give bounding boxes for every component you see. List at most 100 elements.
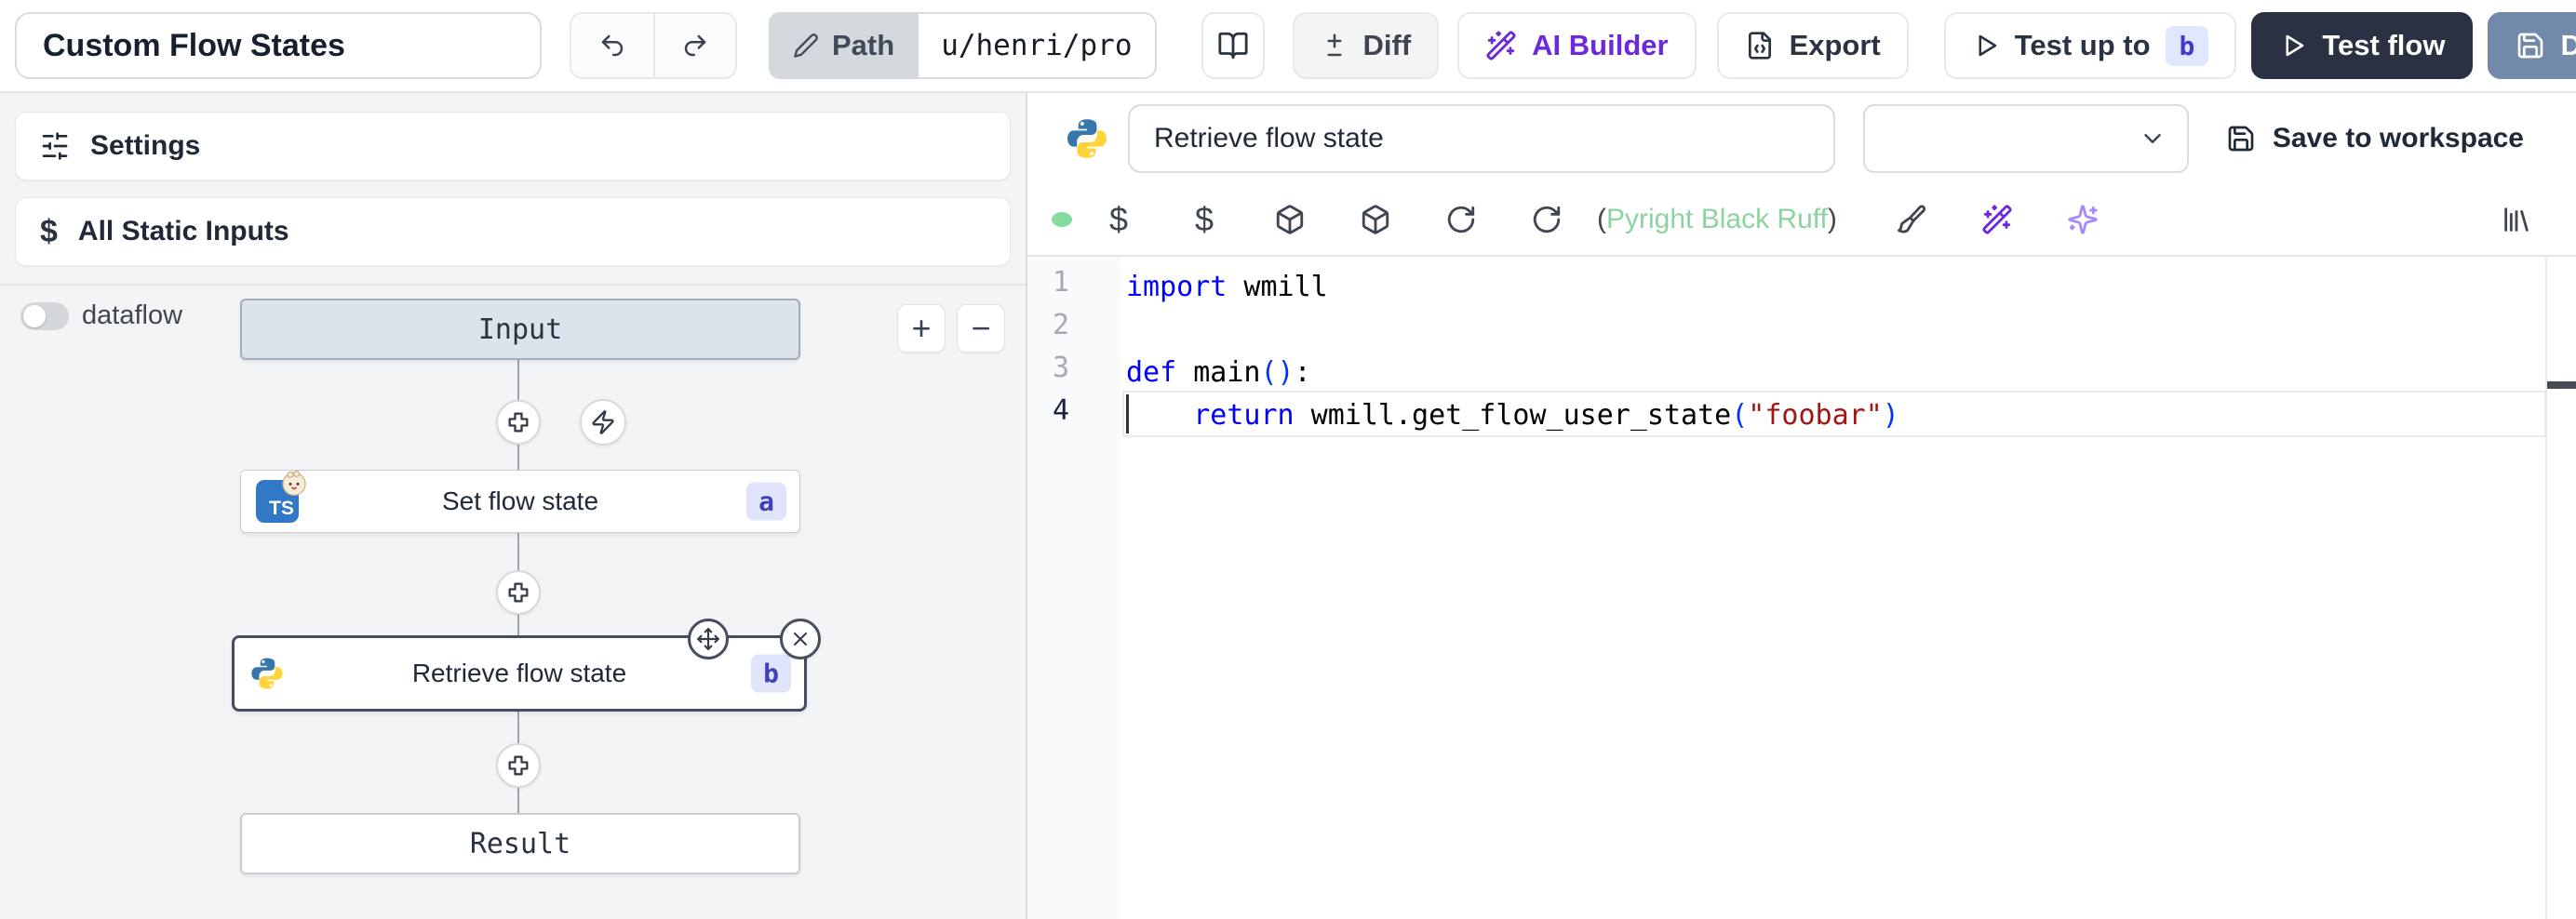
flow-sidebar: Settings $ All Static Inputs dataflow + … (0, 93, 1027, 919)
plus-icon (505, 579, 531, 606)
book-open-icon (1217, 30, 1249, 61)
play-icon (1972, 32, 2000, 60)
path-label: Path (832, 29, 894, 62)
docs-button[interactable] (1201, 12, 1265, 79)
node-label: Set flow state (442, 486, 598, 516)
export-label: Export (1790, 29, 1881, 62)
code-assistants-status: (Pyright Black Ruff) (1597, 204, 1837, 235)
node-result-label: Result (470, 828, 570, 860)
insert-step-button[interactable] (496, 743, 541, 788)
code-line: return wmill.get_flow_user_state("foobar… (1126, 394, 2576, 437)
plus-icon (505, 753, 531, 779)
reload-icon-button[interactable] (1528, 201, 1565, 238)
lightning-icon (590, 409, 616, 435)
save-icon (2516, 31, 2545, 60)
node-set-flow-state[interactable]: TS Set flow state a (240, 470, 800, 533)
bun-logo-icon (279, 468, 309, 498)
text-cursor (1126, 394, 1129, 433)
insert-step-button[interactable] (496, 400, 541, 445)
library-panel-button[interactable] (2498, 201, 2535, 238)
dataflow-label: dataflow (82, 300, 182, 331)
step-kind-select[interactable] (1863, 104, 2189, 173)
python-icon (1065, 116, 1109, 161)
redo-button[interactable] (653, 14, 735, 77)
dataflow-toggle[interactable] (20, 302, 69, 330)
code-line: def main(): (1126, 352, 2576, 394)
toggle-knob (23, 305, 46, 327)
format-code-button[interactable] (1893, 201, 1930, 238)
graph-zoom-controls: + − (897, 304, 1005, 353)
path-value: u/henri/pro (919, 12, 1156, 79)
undo-button[interactable] (571, 14, 653, 77)
add-trigger-button[interactable] (580, 399, 626, 446)
package-icon-button[interactable] (1271, 201, 1308, 238)
dataflow-toggle-row: dataflow (20, 300, 182, 331)
dollar-icon: $ (40, 214, 58, 250)
draft-save-button[interactable]: Draft ⌘S (2488, 12, 2576, 79)
redo-icon (681, 32, 709, 60)
reload-icon-button[interactable] (1442, 201, 1480, 238)
add-variable-button[interactable]: $ (1100, 201, 1137, 238)
dollar-icon: $ (1109, 200, 1128, 239)
chevron-down-icon (2139, 125, 2167, 153)
save-icon (2226, 124, 2256, 153)
pencil-icon (793, 33, 819, 59)
step-id-badge: b (751, 655, 791, 693)
step-editor-header: Save to workspace (1027, 93, 2576, 184)
settings-button[interactable]: Settings (15, 112, 1011, 180)
ai-builder-label: AI Builder (1532, 29, 1668, 62)
export-button[interactable]: Export (1717, 12, 1909, 79)
package-icon-button[interactable] (1357, 201, 1394, 238)
code-line (1126, 309, 2576, 352)
diff-label: Diff (1363, 29, 1412, 62)
code-line: import wmill (1126, 266, 2576, 309)
all-static-inputs-label: All Static Inputs (78, 216, 289, 247)
flow-title-input[interactable] (15, 12, 542, 79)
node-result[interactable]: Result (240, 813, 800, 874)
insert-step-button[interactable] (496, 570, 541, 615)
diff-icon (1321, 32, 1348, 60)
undo-redo-group (570, 12, 737, 79)
delete-step-button[interactable] (780, 619, 821, 659)
ai-sparkles-button[interactable] (2064, 201, 2101, 238)
python-icon (249, 656, 285, 691)
sidebar-buttons: Settings $ All Static Inputs (0, 93, 1026, 284)
test-up-to-label: Test up to (2015, 29, 2151, 62)
play-icon (2279, 32, 2307, 60)
step-editor-panel: Save to workspace $ $ (Pyright Black Ruf… (1027, 93, 2576, 919)
node-input[interactable]: Input (240, 299, 800, 360)
all-static-inputs-button[interactable]: $ All Static Inputs (15, 197, 1011, 266)
step-id-badge: a (746, 483, 786, 521)
code-editor[interactable]: 1234 import wmill def main(): return wmil… (1027, 255, 2576, 919)
node-input-label: Input (478, 313, 562, 346)
zoom-out-button[interactable]: − (957, 304, 1005, 353)
step-name-input[interactable] (1128, 104, 1835, 173)
file-code-icon (1745, 31, 1775, 60)
move-step-button[interactable] (688, 619, 729, 659)
test-up-to-button[interactable]: Test up to b (1944, 12, 2237, 79)
ai-edit-wand-button[interactable] (1979, 201, 2016, 238)
editor-gutter: 1234 (1027, 257, 1120, 919)
save-to-workspace-label: Save to workspace (2273, 123, 2524, 154)
wand-sparkles-icon (1485, 30, 1517, 61)
test-flow-button[interactable]: Test flow (2251, 12, 2473, 79)
plus-icon (505, 409, 531, 435)
save-to-workspace-button[interactable]: Save to workspace (2226, 123, 2524, 154)
zoom-in-button[interactable]: + (897, 304, 946, 353)
flow-graph-canvas[interactable]: dataflow + − Input (0, 284, 1026, 919)
add-resource-button[interactable]: $ (1186, 201, 1223, 238)
diff-button[interactable]: Diff (1293, 12, 1440, 79)
draft-label: Draft (2560, 29, 2576, 62)
bun-typescript-icon: TS (256, 480, 299, 523)
dollar-icon: $ (1195, 200, 1214, 239)
ai-builder-button[interactable]: AI Builder (1457, 12, 1696, 79)
test-flow-label: Test flow (2322, 29, 2445, 62)
language-ready-dot (1052, 212, 1072, 227)
undo-icon (598, 32, 626, 60)
close-icon (789, 628, 812, 650)
settings-label: Settings (90, 130, 200, 162)
code-lines: import wmill def main(): return wmill.get… (1120, 257, 2576, 919)
main-area: Settings $ All Static Inputs dataflow + … (0, 93, 2576, 919)
code-toolbar: $ $ (Pyright Black Ruff) (1027, 184, 2576, 255)
path-button[interactable]: Path u/henri/pro (769, 12, 1157, 79)
